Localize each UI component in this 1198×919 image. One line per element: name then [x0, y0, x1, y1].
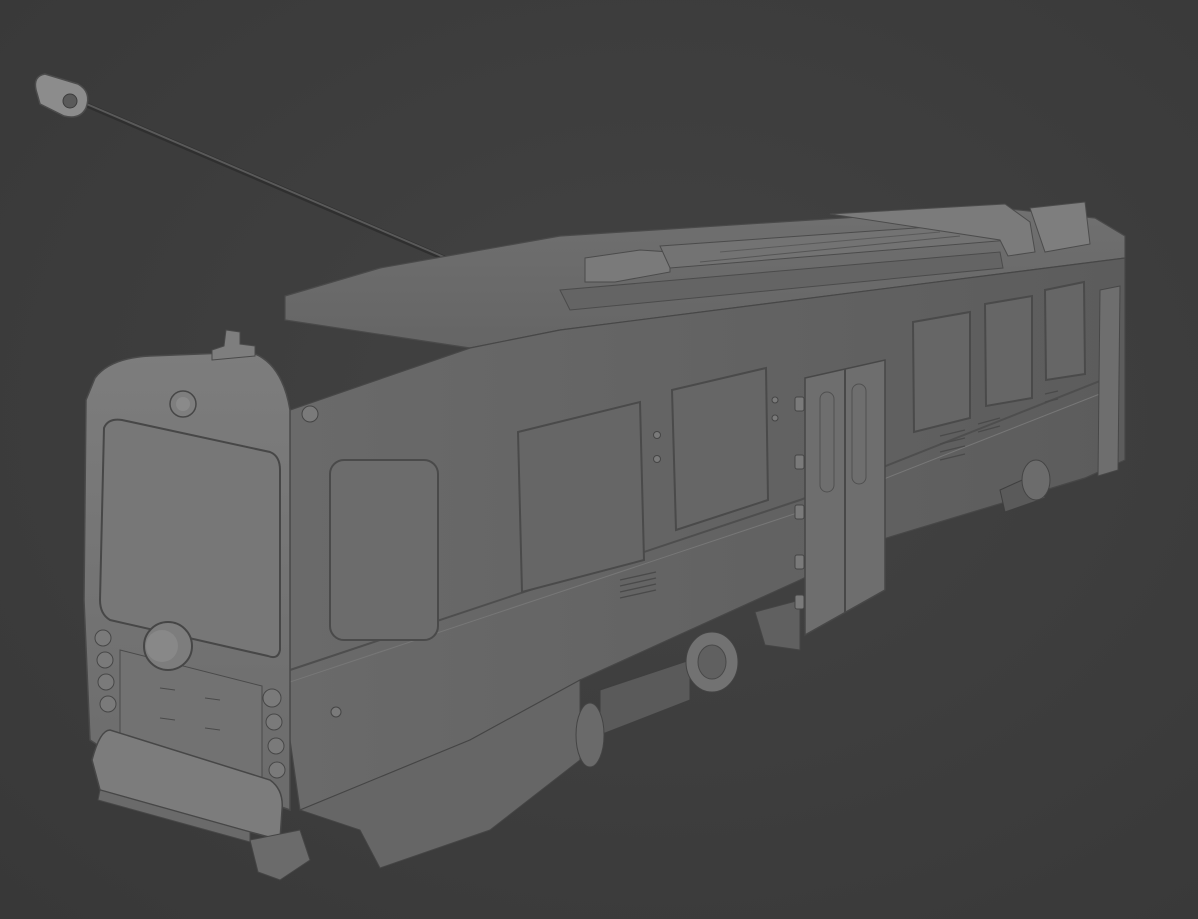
tram-render [34, 73, 1126, 881]
tram-front [83, 329, 311, 881]
3d-viewport[interactable] [0, 0, 1198, 919]
